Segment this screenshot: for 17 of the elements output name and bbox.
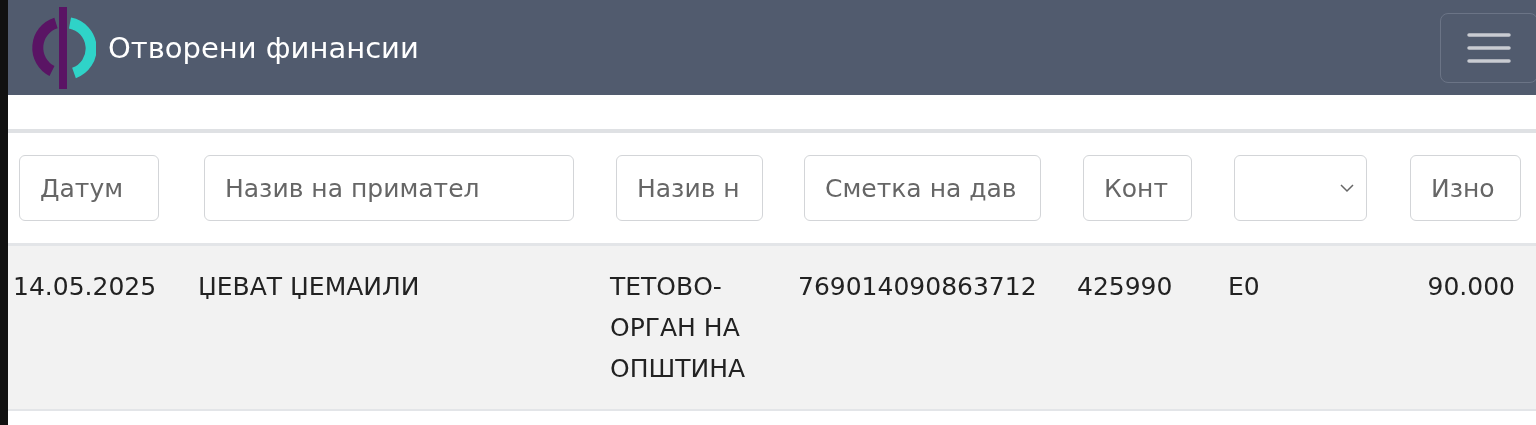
- table-cell-text: Е0: [1228, 271, 1261, 303]
- filter-field[interactable]: Датум: [19, 155, 159, 221]
- table-cell-text: ТЕТОВО-ОРГАН НА ОПШТИНА: [610, 271, 747, 385]
- table-cell-text: 90.000: [1426, 271, 1515, 303]
- table-cell-text: 14.05.2025: [13, 271, 158, 303]
- logo-icon: [30, 6, 96, 89]
- table-cell-text: 769014090863712: [798, 271, 1038, 303]
- table-cell-text: ЏЕВАТ ЏЕМАИЛИ: [198, 271, 421, 303]
- filter-field[interactable]: Сметка на дав: [804, 155, 1041, 221]
- filter-field[interactable]: Назив н: [616, 155, 763, 221]
- filter-field[interactable]: Изно: [1410, 155, 1521, 221]
- menu-icon: [1467, 31, 1511, 64]
- chevron-icon: [1340, 183, 1354, 193]
- filter-field[interactable]: Назив на примател: [204, 155, 574, 221]
- filter-field[interactable]: Конт: [1083, 155, 1192, 221]
- table-cell-text: 425990: [1077, 271, 1174, 303]
- site-title: Отворени финансии: [108, 30, 420, 65]
